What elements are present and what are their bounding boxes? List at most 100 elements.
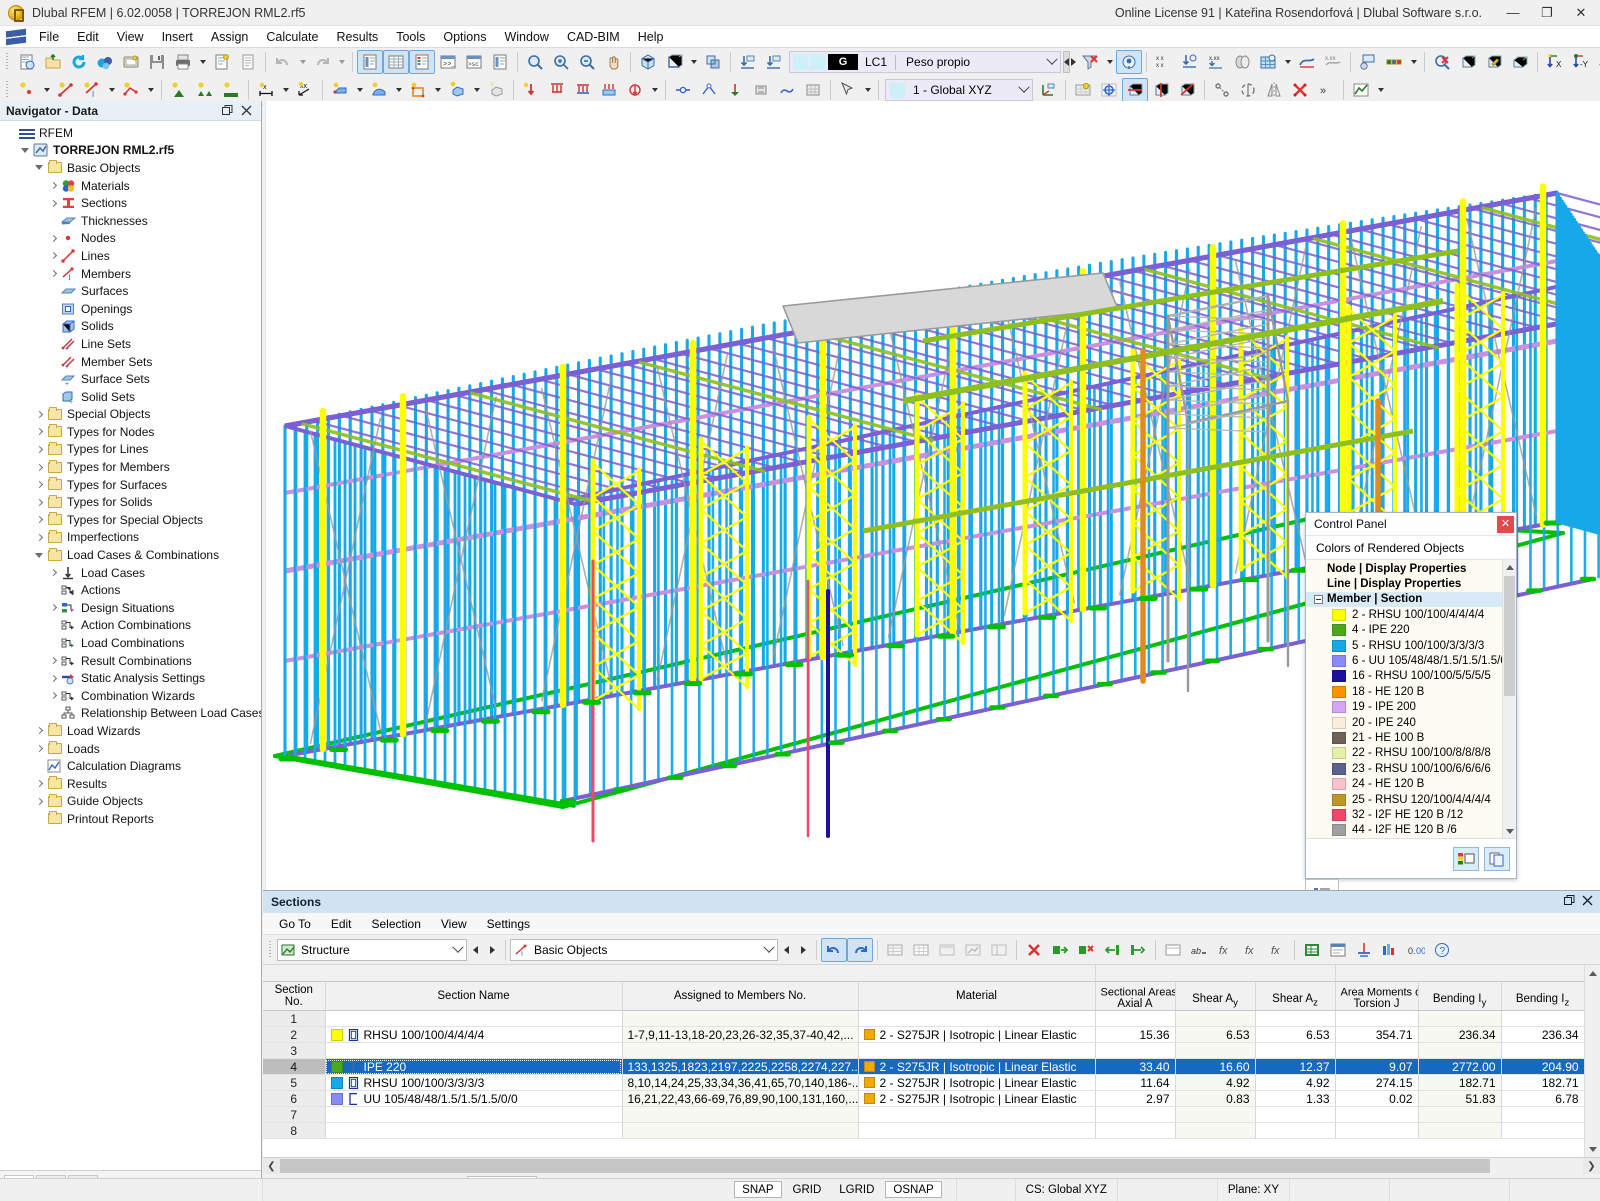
member-dropdown-caret[interactable] — [105, 78, 118, 102]
new-curved-surface-icon[interactable] — [366, 78, 392, 102]
chevron-right-icon[interactable] — [46, 566, 60, 580]
cell-axial-a[interactable] — [1095, 1122, 1176, 1140]
show-numeric-values-icon[interactable]: x.xx — [1203, 50, 1229, 74]
zoom-previous-icon[interactable] — [574, 50, 600, 74]
menu-results[interactable]: Results — [328, 28, 388, 46]
cell-material[interactable]: 2 - S275JR | Isotropic | Linear Elastic — [858, 1026, 1096, 1044]
cell-axial-a[interactable] — [1095, 1010, 1176, 1028]
plane-yz-icon[interactable] — [1174, 78, 1200, 102]
cell-bending-iy[interactable] — [1418, 1106, 1502, 1124]
node-dropdown-caret[interactable] — [40, 78, 53, 102]
node-coordinates-icon[interactable]: x xx x — [1151, 50, 1177, 74]
tree-item-types-for-surfaces[interactable]: Types for Surfaces — [0, 476, 261, 494]
legend-color-swatch[interactable] — [1332, 639, 1346, 652]
tree-item-static-analysis-settings[interactable]: Static Analysis Settings — [0, 669, 261, 687]
col-shear-ay[interactable]: Shear Ay — [1175, 981, 1256, 1012]
coordinate-system-selector[interactable]: 1 - Global XYZ — [885, 79, 1033, 101]
chevron-right-icon[interactable] — [32, 530, 46, 544]
cell-shear-az[interactable] — [1255, 1042, 1336, 1060]
legend-group-node[interactable]: Node | Display Properties — [1306, 561, 1502, 576]
tree-item-action-combinations[interactable]: Action Combinations — [0, 617, 261, 635]
tree-item-nodes[interactable]: Nodes — [0, 230, 261, 248]
chevron-right-icon[interactable] — [32, 724, 46, 738]
tree-item-openings[interactable]: Openings — [0, 300, 261, 318]
cell-material[interactable] — [858, 1042, 1096, 1060]
cell-torsion-j[interactable]: 9.07 — [1335, 1058, 1419, 1076]
result-beam-icon[interactable] — [1381, 50, 1407, 74]
cell-section-name[interactable] — [325, 1106, 623, 1124]
menu-calculate[interactable]: Calculate — [257, 28, 327, 46]
chevron-right-icon[interactable] — [32, 794, 46, 808]
result-table-icon[interactable] — [1348, 78, 1374, 102]
tree-item-load-wizards[interactable]: Load Wizards — [0, 722, 261, 740]
chevron-down-icon[interactable] — [1016, 79, 1032, 101]
result-values-icon[interactable]: x.xx — [1320, 50, 1346, 74]
tree-item-sections[interactable]: Sections — [0, 194, 261, 212]
col-assigned-members[interactable]: Assigned to Members No. — [622, 981, 859, 1012]
new-surface-load-icon[interactable] — [596, 78, 622, 102]
close-icon[interactable] — [1582, 895, 1593, 909]
wireframe-icon[interactable] — [661, 50, 687, 74]
tree-item-rfem[interactable]: RFEM — [0, 124, 261, 142]
move-copy-icon[interactable] — [1209, 78, 1235, 102]
insert-column-icon[interactable] — [908, 938, 934, 962]
tree-item-types-for-nodes[interactable]: Types for Nodes — [0, 423, 261, 441]
chevron-right-icon[interactable] — [32, 478, 46, 492]
minimize-button[interactable]: — — [1496, 1, 1530, 25]
scroll-down-icon[interactable] — [1503, 824, 1516, 838]
copy-button[interactable] — [1484, 846, 1510, 871]
excel-export-icon[interactable] — [1299, 938, 1325, 962]
menu-cad-bim[interactable]: CAD-BIM — [558, 28, 629, 46]
cell-torsion-j[interactable] — [1335, 1042, 1419, 1060]
table-vertical-scrollbar[interactable] — [1584, 965, 1600, 1157]
curved-surface-dropdown-caret[interactable] — [392, 78, 405, 102]
tree-item-thicknesses[interactable]: Thicknesses — [0, 212, 261, 230]
new-node-icon[interactable] — [14, 78, 40, 102]
snap-toggle-osnap[interactable]: OSNAP — [885, 1181, 942, 1198]
dimension-dropdown-caret[interactable] — [279, 78, 292, 102]
chevron-down-icon[interactable] — [761, 939, 777, 961]
model-cloud-icon[interactable] — [92, 50, 118, 74]
table-tool-4-icon[interactable] — [960, 938, 986, 962]
tree-item-types-for-members[interactable]: Types for Members — [0, 458, 261, 476]
cell-shear-az[interactable]: 4.92 — [1255, 1074, 1336, 1092]
menu-file[interactable]: File — [30, 28, 68, 46]
cell-section-no[interactable]: 2 — [263, 1026, 326, 1044]
tree-item-basic-objects[interactable]: Basic Objects — [0, 159, 261, 177]
export-left-icon[interactable] — [1099, 938, 1125, 962]
zoom-all-icon[interactable] — [548, 50, 574, 74]
zoom-window-icon[interactable] — [522, 50, 548, 74]
select-objects-icon[interactable] — [835, 78, 861, 102]
cell-axial-a[interactable]: 33.40 — [1095, 1058, 1176, 1076]
cell-section-name[interactable]: UU 105/48/48/1.5/1.5/1.5/0/0 — [325, 1090, 623, 1108]
cell-torsion-j[interactable] — [1335, 1122, 1419, 1140]
cell-shear-ay[interactable]: 6.53 — [1175, 1026, 1256, 1044]
cell-torsion-j[interactable]: 354.71 — [1335, 1026, 1419, 1044]
tree-item-results[interactable]: Results — [0, 775, 261, 793]
console-icon[interactable]: >>_ — [435, 50, 461, 74]
col-section-name[interactable]: Section Name — [325, 981, 623, 1012]
mesh-refinement-icon[interactable] — [800, 78, 826, 102]
tree-item-surfaces[interactable]: Surfaces — [0, 282, 261, 300]
legend-entry[interactable]: 19 - IPE 200 — [1306, 700, 1502, 715]
cell-shear-az[interactable]: 12.37 — [1255, 1058, 1336, 1076]
print-preview-icon[interactable] — [118, 50, 144, 74]
redo-dropdown-caret[interactable] — [335, 50, 348, 74]
tree-item-torrejon-rml2-rf5[interactable]: TORREJON RML2.rf5 — [0, 142, 261, 160]
cell-shear-az[interactable] — [1255, 1122, 1336, 1140]
cell-bending-iz[interactable] — [1501, 1010, 1585, 1028]
cell-assigned-members[interactable]: 1-7,9,11-13,18-20,23,26-32,35,37-40,42,.… — [622, 1026, 859, 1044]
col-shear-az[interactable]: Shear Az — [1255, 981, 1336, 1012]
tree-item-members[interactable]: I Members — [0, 265, 261, 283]
toolbar-grip[interactable] — [268, 940, 274, 959]
cell-shear-az[interactable] — [1255, 1106, 1336, 1124]
cell-axial-a[interactable] — [1095, 1106, 1176, 1124]
cell-material[interactable]: 2 - S275JR | Isotropic | Linear Elastic — [858, 1074, 1096, 1092]
load-case-next-icon[interactable] — [761, 50, 787, 74]
solid-dropdown-caret[interactable] — [470, 78, 483, 102]
cell-axial-a[interactable] — [1095, 1042, 1176, 1060]
scope-next-button[interactable] — [484, 938, 501, 961]
cell-bending-iz[interactable] — [1501, 1042, 1585, 1060]
chevron-right-icon[interactable] — [46, 654, 60, 668]
table-horizontal-scrollbar[interactable]: ❮ ❯ — [263, 1157, 1600, 1175]
